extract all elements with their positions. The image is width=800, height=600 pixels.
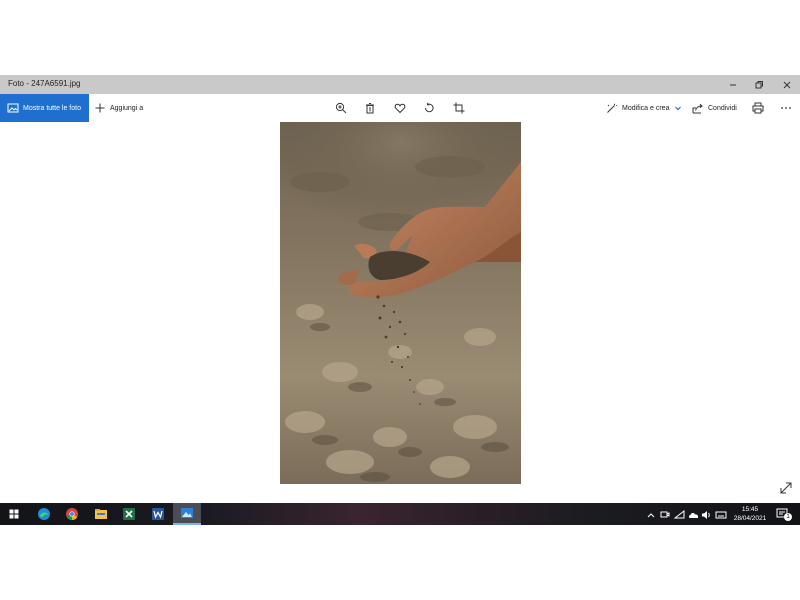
- printer-icon: [752, 102, 764, 114]
- zoom-in-icon: [335, 102, 347, 114]
- clock-date: 28/04/2021: [733, 515, 767, 522]
- share-icon: [692, 103, 703, 113]
- expand-icon: [780, 482, 792, 494]
- show-all-photos-button[interactable]: Mostra tutte le foto: [0, 94, 89, 122]
- crop-icon: [453, 102, 465, 114]
- camera-icon: [660, 511, 670, 518]
- restore-icon: [755, 80, 763, 88]
- photo-viewer-image[interactable]: [280, 122, 521, 484]
- tray-onedrive[interactable]: [688, 508, 700, 526]
- chevron-down-icon: [675, 106, 682, 111]
- more-ellipsis-icon: [781, 107, 791, 109]
- tray-network[interactable]: [673, 508, 686, 526]
- minimize-button[interactable]: [720, 75, 746, 94]
- toolbar: Mostra tutte le foto Aggiungi a Modifica…: [0, 94, 800, 122]
- rotate-button[interactable]: [421, 100, 437, 116]
- chrome-icon: [66, 508, 78, 520]
- start-button[interactable]: [0, 503, 28, 525]
- taskbar-app-photos[interactable]: [173, 503, 201, 525]
- close-button[interactable]: [774, 75, 800, 94]
- taskbar-clock[interactable]: 15:45 28/04/2021: [730, 505, 770, 523]
- speaker-icon: [702, 511, 710, 519]
- clock-time: 15:45: [741, 506, 759, 513]
- edge-icon: [38, 508, 50, 520]
- photos-icon: [181, 508, 193, 518]
- crop-button[interactable]: [451, 100, 467, 116]
- keyboard-icon: [715, 511, 727, 519]
- zoom-button[interactable]: [333, 100, 349, 116]
- edit-create-button[interactable]: Modifica e crea: [606, 94, 682, 122]
- notification-count-badge: 1: [784, 513, 792, 521]
- soil-hand-photo: [280, 122, 521, 484]
- restore-button[interactable]: [746, 75, 772, 94]
- taskbar-app-excel[interactable]: [115, 503, 143, 525]
- edit-wand-icon: [607, 103, 617, 113]
- file-explorer-icon: [95, 509, 107, 519]
- rotate-icon: [425, 102, 434, 113]
- photos-gallery-icon: [7, 103, 19, 113]
- minimize-icon: [730, 84, 736, 85]
- plus-icon: [95, 103, 105, 113]
- cloud-icon: [688, 513, 699, 518]
- share-label: Condividi: [708, 104, 737, 112]
- close-icon: [783, 81, 791, 88]
- title-bar: Foto - 247A6591.jpg: [0, 75, 800, 94]
- taskbar-app-edge[interactable]: [30, 503, 58, 525]
- heart-icon: [394, 103, 406, 114]
- excel-icon: [123, 508, 135, 520]
- share-button[interactable]: Condividi: [692, 94, 737, 122]
- taskbar: 15:45 28/04/2021 1: [0, 503, 800, 525]
- tray-meet-now[interactable]: [660, 508, 670, 526]
- show-all-photos-label: Mostra tutte le foto: [23, 104, 81, 112]
- more-options-button[interactable]: [778, 100, 794, 116]
- chevron-up-icon: [647, 513, 655, 518]
- trash-icon: [366, 103, 374, 114]
- word-icon: [152, 508, 164, 520]
- taskbar-app-chrome[interactable]: [58, 503, 86, 525]
- window-title: Foto - 247A6591.jpg: [8, 79, 81, 88]
- delete-button[interactable]: [362, 100, 378, 116]
- tray-language[interactable]: [715, 508, 727, 526]
- windows-start-icon: [9, 509, 19, 519]
- favorite-button[interactable]: [392, 100, 408, 116]
- action-center-button[interactable]: 1: [776, 507, 792, 521]
- taskbar-app-word[interactable]: [144, 503, 172, 525]
- tray-overflow-button[interactable]: [646, 508, 656, 520]
- tray-volume[interactable]: [701, 508, 713, 526]
- taskbar-app-file-explorer[interactable]: [87, 503, 115, 525]
- add-to-button[interactable]: Aggiungi a: [95, 94, 143, 122]
- add-to-label: Aggiungi a: [110, 104, 144, 112]
- wifi-icon: [673, 509, 685, 519]
- fullscreen-button[interactable]: [779, 481, 793, 495]
- edit-create-label: Modifica e crea: [622, 104, 670, 112]
- print-button[interactable]: [750, 100, 766, 116]
